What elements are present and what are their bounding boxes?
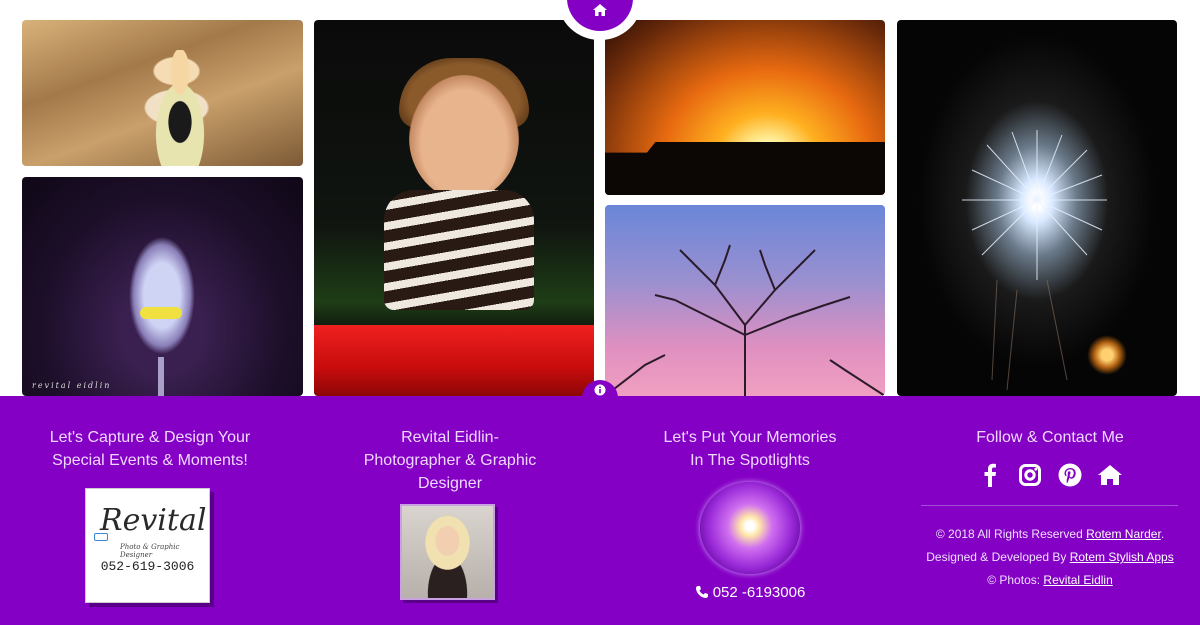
footer-divider	[921, 505, 1178, 506]
designed-link[interactable]: Rotem Stylish Apps	[1070, 550, 1174, 564]
credits: © 2018 All Rights Reserved Rotem Narder.…	[905, 523, 1195, 592]
facebook-link[interactable]	[977, 462, 1003, 488]
website-home-link[interactable]	[1097, 462, 1123, 488]
phone-link[interactable]: 052 -6193006	[620, 584, 880, 601]
lemon-slice	[140, 307, 182, 319]
follow-title: Follow & Contact Me	[976, 429, 1124, 446]
social-icons	[920, 462, 1180, 488]
logo-phone: 052-619-3006	[100, 559, 195, 574]
about-title-line2: Photographer & Graphic	[363, 452, 537, 469]
home-icon	[1098, 465, 1122, 485]
page: revital eidlin Let's Capture & Design Yo…	[0, 0, 1200, 625]
spotlight-title-line2: In The Spotlights	[690, 452, 810, 469]
credits-designed: Designed & Developed By Rotem Stylish Ap…	[905, 546, 1195, 569]
gallery-photo-fireworks[interactable]	[897, 20, 1177, 396]
pinterest-link[interactable]	[1057, 462, 1083, 488]
sunset-silhouette	[605, 142, 885, 195]
red-bench	[314, 325, 594, 396]
revital-logo-card[interactable]: Revital Photo & Graphic Designer 052-619…	[85, 488, 210, 603]
instagram-icon	[1019, 464, 1041, 486]
spotlight-orb	[700, 482, 800, 574]
portrait-figure	[140, 50, 220, 166]
home-icon	[593, 4, 607, 16]
footer-col-capture: Let's Capture & Design Your Special Even…	[20, 426, 280, 472]
gallery-photo-tree[interactable]	[605, 205, 885, 396]
about-title-line1: Revital Eidlin-	[401, 429, 499, 446]
about-title-line3: Designer	[417, 475, 483, 492]
logo-subtitle: Photo & Graphic Designer	[120, 543, 180, 559]
photos-link[interactable]: Revital Eidlin	[1043, 573, 1112, 587]
designed-text: Designed & Developed By	[926, 550, 1070, 564]
glass-stem	[158, 357, 164, 396]
facebook-icon	[984, 463, 996, 487]
gallery-photo-baby[interactable]	[314, 20, 594, 396]
gallery-photo-wine-glass[interactable]: revital eidlin	[22, 177, 303, 396]
baby-face	[409, 75, 519, 200]
info-icon	[594, 384, 606, 396]
photos-text: © Photos:	[987, 573, 1044, 587]
photo-signature: revital eidlin	[32, 381, 112, 390]
phone-number: 052 -6193006	[712, 584, 806, 601]
firework-burst	[962, 130, 1107, 391]
baby-shirt	[384, 190, 534, 310]
capture-title-line1: Let's Capture & Design Your	[49, 429, 251, 446]
footer-col-follow: Follow & Contact Me	[920, 426, 1180, 449]
footer-col-spotlight: Let's Put Your Memories In The Spotlight…	[620, 426, 880, 472]
footer: Let's Capture & Design Your Special Even…	[0, 396, 1200, 625]
rights-text: © 2018 All Rights Reserved	[935, 527, 1087, 541]
phone-icon	[695, 586, 708, 598]
gallery-photo-sunset[interactable]	[605, 20, 885, 195]
street-light-glow	[1087, 335, 1127, 375]
capture-title-line2: Special Events & Moments!	[52, 452, 248, 469]
info-button[interactable]	[582, 380, 618, 416]
footer-col-about: Revital Eidlin- Photographer & Graphic D…	[320, 426, 580, 495]
spotlight-title-line1: Let's Put Your Memories	[663, 429, 837, 446]
rights-suffix: .	[1160, 527, 1165, 541]
logo-script: Revital	[100, 503, 207, 538]
credits-rights: © 2018 All Rights Reserved Rotem Narder.	[905, 523, 1195, 546]
instagram-link[interactable]	[1017, 462, 1043, 488]
photographer-portrait[interactable]	[400, 504, 495, 600]
credits-photos: © Photos: Revital Eidlin	[905, 569, 1195, 592]
tree-branches	[605, 244, 885, 396]
rights-link[interactable]: Rotem Narder	[1086, 527, 1161, 541]
glass-shape	[122, 237, 202, 367]
gallery-photo-woman[interactable]	[22, 20, 303, 166]
pinterest-icon	[1058, 463, 1082, 487]
